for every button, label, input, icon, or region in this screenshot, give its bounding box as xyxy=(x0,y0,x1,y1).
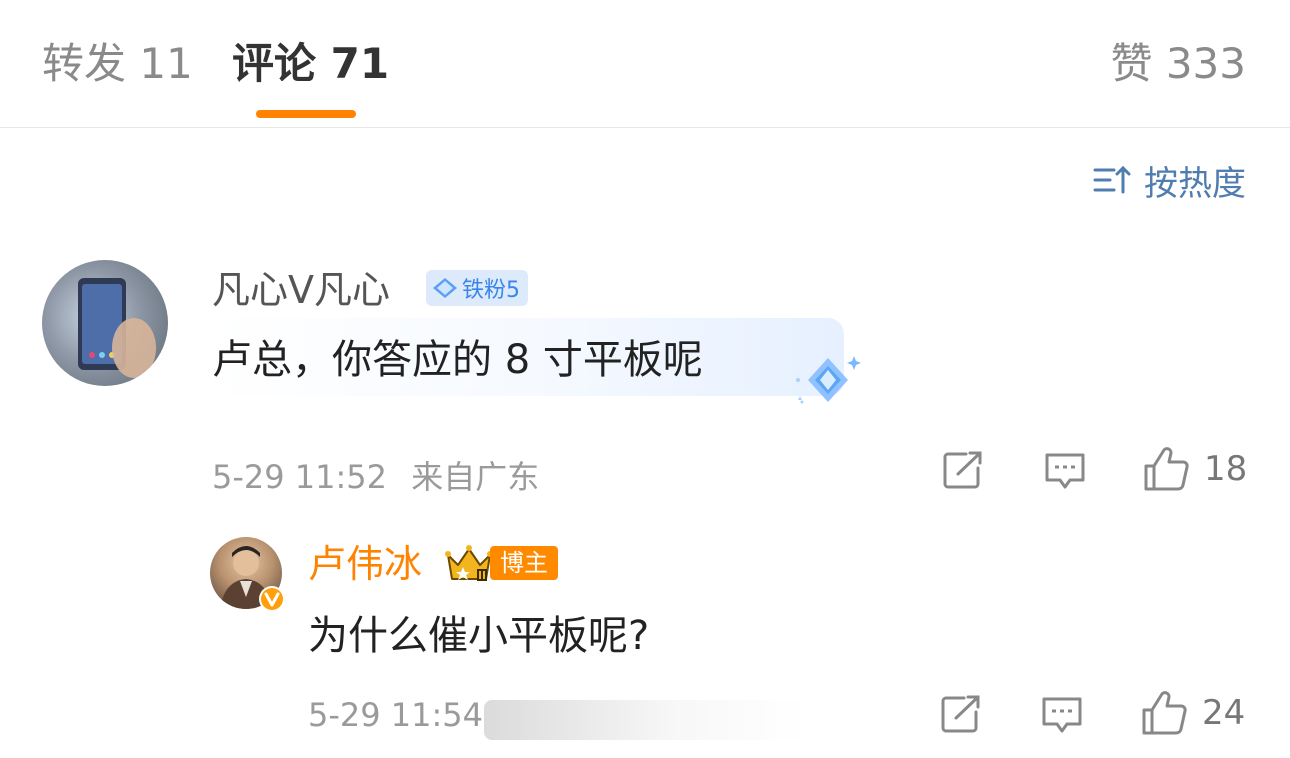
avatar-image xyxy=(78,278,156,378)
share-icon xyxy=(941,695,980,733)
tab-comment[interactable]: 评论 71 xyxy=(232,38,389,90)
reply-username[interactable]: 卢伟冰 xyxy=(308,540,422,588)
host-badge-label: 博主 xyxy=(490,546,558,580)
like-count: 18 xyxy=(1204,449,1248,489)
comment-location: 来自广东 xyxy=(411,458,540,496)
reply-meta: 5-29 11:54 xyxy=(308,696,483,734)
like-icon xyxy=(1144,447,1189,491)
tab-repost[interactable]: 转发 11 xyxy=(42,38,193,90)
like-button[interactable]: 18 xyxy=(1142,446,1247,492)
comment-time: 5-29 11:52 xyxy=(212,458,388,496)
tab-likes[interactable]: 赞 333 xyxy=(1110,38,1246,90)
fan-badge-label: 铁粉5 xyxy=(462,278,520,303)
reply-share-button[interactable] xyxy=(940,694,982,734)
crown-icon xyxy=(445,545,493,581)
diamond-decoration-icon xyxy=(796,356,861,404)
reply-like-button[interactable]: 24 xyxy=(1140,690,1245,736)
avatar[interactable] xyxy=(42,260,168,386)
host-badge[interactable]: 博主 xyxy=(444,543,558,583)
verified-icon xyxy=(259,586,285,612)
comment-icon xyxy=(1045,453,1085,489)
comment-username[interactable]: 凡心Ⅴ凡心 xyxy=(212,266,390,314)
tab-bar: 转发 11 评论 71 赞 333 xyxy=(0,0,1290,128)
comment-text: 卢总，你答应的 8 寸平板呢 xyxy=(212,337,703,383)
active-tab-indicator xyxy=(256,110,356,118)
reply-like-count: 24 xyxy=(1202,693,1246,733)
share-icon xyxy=(943,451,982,489)
share-button[interactable] xyxy=(942,450,984,490)
blurred-location xyxy=(484,700,804,740)
sort-label: 按热度 xyxy=(1144,163,1246,204)
reply-time: 5-29 11:54 xyxy=(308,696,484,734)
reply-text: 为什么催小平板呢? xyxy=(308,613,650,659)
sort-button[interactable]: 按热度 xyxy=(1092,158,1246,204)
comment-icon xyxy=(1042,697,1082,733)
sort-icon xyxy=(1093,165,1131,194)
diamond-icon xyxy=(433,278,457,298)
comment-meta: 5-29 11:52 来自广东 xyxy=(212,452,539,498)
reply-comment-button[interactable] xyxy=(1041,696,1083,734)
fan-badge[interactable]: 铁粉5 xyxy=(426,270,528,306)
like-icon xyxy=(1142,691,1187,735)
reply-button[interactable] xyxy=(1044,452,1086,490)
